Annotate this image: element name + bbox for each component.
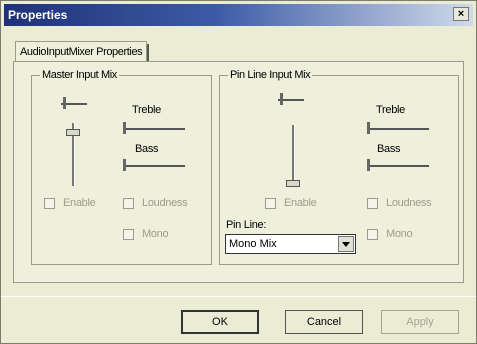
pin-loudness-label: Loudness (386, 197, 432, 209)
pin-line-selected-value: Mono Mix (229, 238, 277, 250)
master-loudness-label: Loudness (142, 197, 188, 209)
title-bar[interactable]: Properties × (4, 4, 473, 26)
master-loudness-checkbox[interactable] (123, 198, 134, 209)
chevron-down-icon[interactable] (338, 236, 354, 252)
pin-balance-slider[interactable] (278, 93, 304, 105)
master-mono-label: Mono (142, 228, 169, 240)
footer-divider (1, 296, 476, 297)
pin-bass-slider[interactable] (367, 159, 429, 171)
master-treble-slider[interactable] (123, 122, 185, 134)
master-treble-label: Treble (132, 104, 161, 116)
cancel-button[interactable]: Cancel (285, 310, 363, 334)
master-volume-slider[interactable] (66, 123, 80, 186)
master-bass-slider[interactable] (123, 159, 185, 171)
pin-treble-label: Treble (376, 104, 405, 116)
close-icon: × (457, 8, 465, 20)
pin-volume-slider[interactable] (286, 125, 300, 187)
pin-line-input-mix-legend: Pin Line Input Mix (228, 69, 313, 81)
window-title: Properties (8, 8, 68, 22)
tab-audioinputmixer-properties[interactable]: AudioInputMixer Properties (15, 41, 150, 63)
apply-button[interactable]: Apply (381, 310, 459, 334)
master-input-mix-legend: Master Input Mix (40, 69, 119, 81)
pin-enable-label: Enable (284, 197, 317, 209)
pin-treble-slider[interactable] (367, 122, 429, 134)
master-enable-checkbox[interactable] (44, 198, 55, 209)
master-mono-checkbox[interactable] (123, 229, 134, 240)
pin-loudness-checkbox[interactable] (367, 198, 378, 209)
pin-mono-label: Mono (386, 228, 413, 240)
pin-line-label: Pin Line: (226, 219, 267, 231)
master-balance-slider[interactable] (61, 97, 87, 109)
ok-button[interactable]: OK (181, 310, 259, 334)
pin-bass-label: Bass (377, 143, 401, 155)
pin-line-select[interactable]: Mono Mix (225, 234, 356, 254)
close-button[interactable]: × (453, 7, 469, 21)
master-enable-label: Enable (63, 197, 96, 209)
properties-dialog: Properties × AudioInputMixer Properties … (0, 0, 477, 344)
master-bass-label: Bass (135, 143, 159, 155)
pin-enable-checkbox[interactable] (265, 198, 276, 209)
pin-mono-checkbox[interactable] (367, 229, 378, 240)
